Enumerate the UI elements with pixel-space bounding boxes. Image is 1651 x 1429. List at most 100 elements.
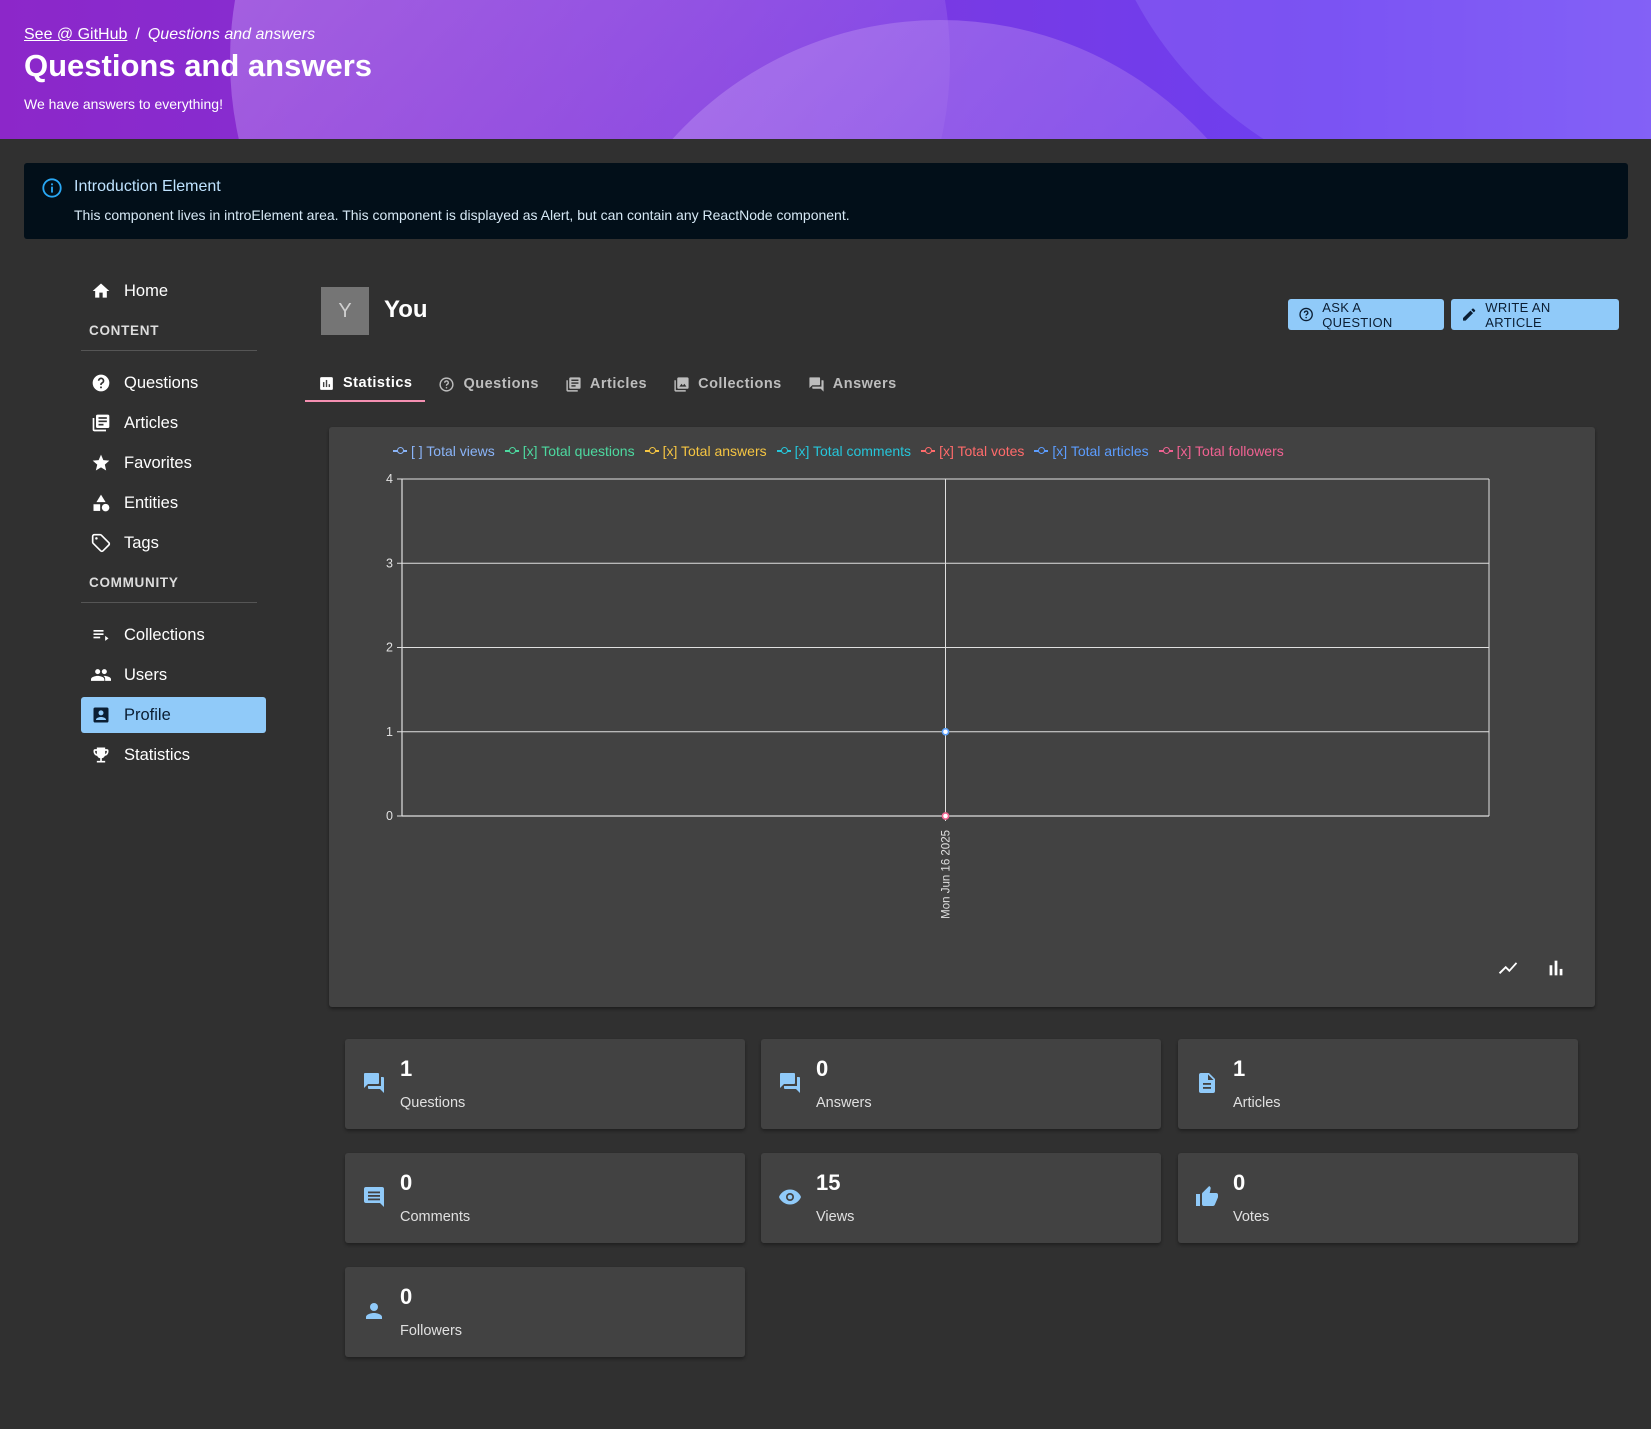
sidebar-item-statistics[interactable]: Statistics [81, 737, 266, 773]
sidebar-item-tags[interactable]: Tags [81, 525, 266, 561]
breadcrumb-current: Questions and answers [147, 26, 316, 43]
stat-card-articles: 1 Articles [1178, 1039, 1578, 1129]
sidebar-item-label: Favorites [124, 453, 192, 472]
statistics-chart: 0 1 2 3 4 Mon Jun 16 2025 [386, 472, 1490, 919]
data-point [941, 728, 950, 736]
sidebar-item-label: Articles [124, 413, 179, 432]
stat-card-answers: 0 Answers [761, 1039, 1161, 1129]
home-icon [92, 283, 110, 298]
comment-icon [364, 1187, 384, 1207]
data-point [941, 812, 950, 820]
sidebar-item-label: Home [124, 281, 169, 300]
statistics-chart-panel: [ ] Total views [x] Total questions [x] To… [329, 427, 1595, 1007]
page-subtitle: We have answers to everything! [24, 96, 223, 112]
sidebar-section-content: CONTENT [81, 323, 257, 351]
category-icon [93, 494, 110, 512]
stat-value: 1 [400, 1056, 413, 1081]
sidebar-item-entities[interactable]: Entities [81, 485, 266, 521]
y-tick-label: 1 [386, 725, 393, 739]
account-box-icon [93, 707, 109, 723]
sidebar-item-home[interactable]: Home [81, 273, 266, 309]
stat-label: Followers [400, 1323, 463, 1339]
page-header: See @ GitHub / Questions and answers Quest… [0, 0, 1651, 139]
tab-statistics[interactable]: Statistics [305, 366, 426, 402]
stat-card-votes: 0 Votes [1178, 1153, 1578, 1243]
article-icon [1199, 1073, 1215, 1093]
y-tick-label: 4 [386, 472, 393, 486]
avatar: Y [321, 287, 369, 335]
stat-card-followers: 0 Followers [345, 1267, 745, 1357]
profile-tabs: Statistics Questions Articles Collection… [305, 366, 910, 402]
tab-articles[interactable]: Articles [552, 366, 660, 402]
stat-label: Questions [400, 1095, 466, 1111]
write-article-label: WRITE AN ARTICLE [1485, 299, 1551, 330]
forum-icon [780, 1073, 800, 1093]
forum-icon [364, 1073, 384, 1093]
alert-title: Introduction Element [74, 178, 221, 195]
breadcrumb: See @ GitHub / Questions and answers [24, 26, 372, 44]
help-circle-icon [92, 374, 110, 392]
sidebar-item-label: Tags [124, 533, 159, 552]
stat-value: 0 [1233, 1170, 1246, 1195]
tab-collections[interactable]: Collections [660, 366, 795, 402]
info-icon [42, 178, 62, 198]
sidebar-item-collections[interactable]: Collections [81, 617, 266, 653]
people-icon [91, 669, 111, 681]
help-outline-icon [439, 376, 455, 392]
y-tick-label: 3 [386, 556, 393, 570]
stat-card-views: 15 Views [761, 1153, 1161, 1243]
sidebar-item-label: Collections [124, 625, 205, 644]
sidebar-item-questions[interactable]: Questions [81, 365, 266, 401]
y-tick-label: 0 [386, 809, 393, 823]
library-books-icon [566, 376, 581, 392]
tab-label: Collections [698, 376, 782, 392]
intro-alert: Introduction Element This component live… [24, 163, 1628, 239]
sidebar-item-label: Users [124, 665, 168, 684]
stat-card-questions: 1 Questions [345, 1039, 745, 1129]
stat-label: Views [816, 1209, 855, 1225]
tab-questions[interactable]: Questions [425, 366, 551, 402]
stat-label: Answers [816, 1095, 872, 1111]
profile-name: You [384, 296, 428, 323]
edit-icon [1463, 308, 1476, 321]
bar-chart-icon[interactable] [1545, 957, 1567, 979]
stat-label: Comments [400, 1209, 471, 1225]
help-outline-icon [1299, 307, 1313, 322]
line-chart-icon[interactable] [1497, 957, 1519, 979]
star-icon [92, 454, 110, 471]
sidebar-item-articles[interactable]: Articles [81, 405, 266, 441]
sidebar-item-label: Questions [124, 373, 199, 392]
tab-label: Answers [832, 376, 897, 392]
breadcrumb-separator: / [135, 26, 140, 43]
photo-library-icon [674, 376, 689, 392]
ask-question-button[interactable]: ASK A QUESTION [1288, 299, 1444, 330]
stat-value: 1 [1233, 1056, 1246, 1081]
y-tick-label: 2 [386, 641, 393, 655]
stat-label: Votes [1233, 1209, 1270, 1225]
sidebar-item-users[interactable]: Users [81, 657, 266, 693]
alert-body: This component lives in introElement are… [74, 207, 850, 223]
tag-icon [91, 533, 111, 553]
tab-answers[interactable]: Answers [795, 366, 910, 402]
stat-value: 0 [400, 1284, 413, 1309]
stat-card-comments: 0 Comments [345, 1153, 745, 1243]
library-books-icon [92, 414, 110, 432]
breadcrumb-github-link[interactable]: See @ GitHub [24, 26, 127, 43]
sidebar-item-profile[interactable]: Profile [81, 697, 266, 733]
tab-label: Articles [589, 376, 648, 392]
eye-icon [779, 1189, 801, 1205]
stat-label: Articles [1233, 1095, 1281, 1111]
stat-value: 15 [816, 1170, 841, 1195]
tab-label: Statistics [343, 375, 413, 391]
sidebar-item-favorites[interactable]: Favorites [81, 445, 266, 481]
write-article-button[interactable]: WRITE AN ARTICLE [1451, 299, 1619, 330]
person-icon [366, 1303, 382, 1319]
page-title: Questions and answers [24, 48, 372, 83]
sidebar: Home CONTENT Questions Articles Favorite… [81, 273, 266, 777]
sidebar-item-label: Statistics [124, 745, 191, 764]
stat-value: 0 [816, 1056, 829, 1081]
bar-chart-box-icon [320, 376, 333, 390]
playlist-icon [93, 630, 109, 641]
chart-type-toolbar [1497, 957, 1567, 979]
ask-question-label: ASK A QUESTION [1322, 299, 1393, 330]
